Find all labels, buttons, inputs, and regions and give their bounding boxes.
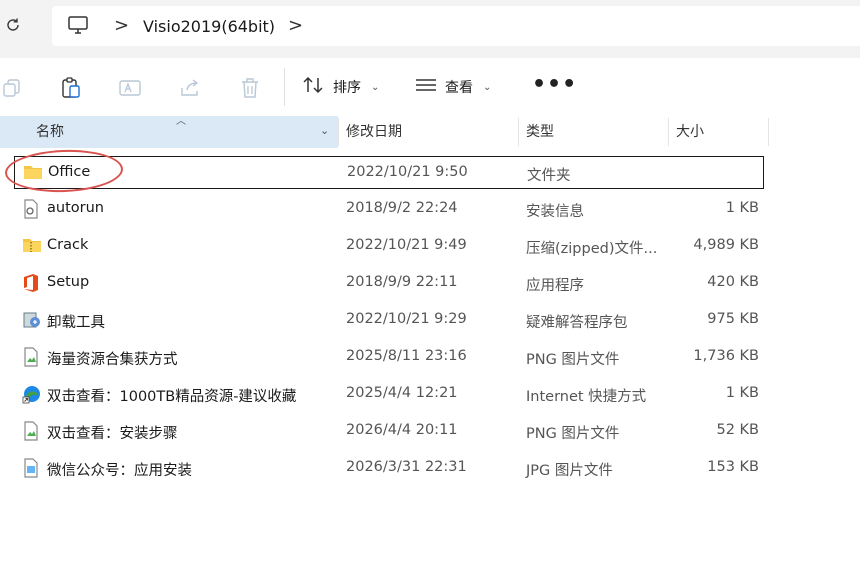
file-date: 2025/8/11 23:16 — [346, 348, 467, 364]
column-header-name[interactable]: ︿ 名称 ⌄ — [0, 116, 338, 148]
delete-icon[interactable] — [238, 76, 262, 100]
copy-icon[interactable] — [0, 76, 24, 100]
file-name: 海量资源合集获方式 — [47, 352, 178, 368]
zip-folder-icon — [22, 236, 42, 256]
file-type: JPG 图片文件 — [526, 463, 613, 479]
jpg-file-icon — [22, 458, 42, 478]
file-size: 1,736 KB — [693, 348, 759, 364]
file-size: 1 KB — [725, 385, 759, 401]
share-icon[interactable] — [178, 76, 202, 100]
file-date: 2018/9/9 22:11 — [346, 274, 458, 290]
file-type: 压缩(zipped)文件... — [526, 241, 658, 257]
file-row[interactable]: 双击查看：1000TB精品资源-建议收藏 2025/4/4 12:21 Inte… — [14, 378, 764, 411]
column-header-modified[interactable]: 修改日期 — [346, 116, 402, 148]
chevron-down-icon: ⌄ — [483, 81, 492, 93]
sort-label: 排序 — [333, 80, 361, 96]
troubleshooter-icon — [22, 310, 42, 330]
column-dropdown-icon[interactable]: ⌄ — [320, 124, 329, 137]
column-header-size[interactable]: 大小 — [676, 116, 704, 148]
more-options-button[interactable]: ••• — [532, 72, 577, 97]
file-name: 双击查看：1000TB精品资源-建议收藏 — [47, 389, 297, 405]
rename-icon[interactable] — [118, 76, 142, 100]
file-name: 卸载工具 — [47, 315, 105, 331]
file-size: 153 KB — [707, 459, 759, 475]
file-row[interactable]: 微信公众号：应用安装 2026/3/31 22:31 JPG 图片文件 153 … — [14, 452, 764, 485]
paste-icon[interactable] — [59, 76, 83, 100]
view-button[interactable]: 查看 ⌄ — [415, 72, 491, 102]
column-divider[interactable] — [338, 118, 339, 146]
file-name: Crack — [47, 237, 89, 253]
png-file-icon — [22, 421, 42, 441]
view-label: 查看 — [445, 80, 473, 96]
office-icon — [22, 273, 42, 293]
file-date: 2026/3/31 22:31 — [346, 459, 467, 475]
address-box[interactable]: > Visio2019(64bit) > — [52, 6, 860, 46]
png-file-icon — [22, 347, 42, 367]
chevron-down-icon: ⌄ — [371, 81, 380, 93]
file-date: 2022/10/21 9:49 — [346, 237, 467, 253]
file-type: Internet 快捷方式 — [526, 389, 647, 405]
breadcrumb-separator[interactable]: > — [288, 15, 303, 36]
file-name: autorun — [47, 200, 104, 216]
file-row[interactable]: 双击查看：安装步骤 2026/4/4 20:11 PNG 图片文件 52 KB — [14, 415, 764, 448]
file-type: 安装信息 — [526, 204, 584, 220]
column-header-type[interactable]: 类型 — [526, 116, 554, 148]
file-row[interactable]: Crack 2022/10/21 9:49 压缩(zipped)文件... 4,… — [14, 230, 764, 263]
file-type: 应用程序 — [526, 278, 584, 294]
file-name: 微信公众号：应用安装 — [47, 463, 192, 479]
file-date: 2022/10/21 9:29 — [346, 311, 467, 327]
file-type: PNG 图片文件 — [526, 352, 620, 368]
file-type: 疑难解答程序包 — [526, 315, 628, 331]
file-size: 52 KB — [716, 422, 759, 438]
breadcrumb-separator[interactable]: > — [114, 15, 129, 36]
file-date: 2022/10/21 9:50 — [347, 164, 468, 180]
edge-shortcut-icon — [22, 384, 42, 404]
column-header-row: ︿ 名称 ⌄ 修改日期 类型 大小 — [0, 116, 860, 148]
column-header-name-label: 名称 — [36, 124, 64, 140]
column-divider[interactable] — [768, 118, 769, 146]
file-size: 1 KB — [725, 200, 759, 216]
sort-icon — [303, 76, 325, 98]
setup-info-icon — [22, 199, 42, 219]
sort-ascending-icon: ︿ — [176, 116, 186, 127]
file-name: 双击查看：安装步骤 — [47, 426, 178, 442]
file-size: 420 KB — [707, 274, 759, 290]
file-date: 2025/4/4 12:21 — [346, 385, 458, 401]
file-row[interactable]: 卸载工具 2022/10/21 9:29 疑难解答程序包 975 KB — [14, 304, 764, 337]
view-list-icon — [415, 78, 437, 96]
file-row[interactable]: Office 2022/10/21 9:50 文件夹 — [14, 156, 764, 189]
file-date: 2026/4/4 20:11 — [346, 422, 458, 438]
file-name: Setup — [47, 274, 90, 290]
column-divider[interactable] — [668, 118, 669, 146]
column-divider[interactable] — [518, 118, 519, 146]
file-size: 4,989 KB — [693, 237, 759, 253]
file-size: 975 KB — [707, 311, 759, 327]
file-row[interactable]: Setup 2018/9/9 22:11 应用程序 420 KB — [14, 267, 764, 300]
breadcrumb-item[interactable]: Visio2019(64bit) — [143, 17, 275, 36]
command-bar: 排序 ⌄ 查看 ⌄ ••• — [0, 58, 860, 116]
refresh-icon[interactable] — [2, 14, 24, 36]
file-type: PNG 图片文件 — [526, 426, 620, 442]
sort-button[interactable]: 排序 ⌄ — [303, 72, 379, 102]
toolbar-divider — [284, 68, 285, 106]
computer-icon[interactable] — [68, 16, 88, 38]
file-row[interactable]: autorun 2018/9/2 22:24 安装信息 1 KB — [14, 193, 764, 226]
address-bar-area: > Visio2019(64bit) > — [0, 0, 860, 58]
file-type: 文件夹 — [527, 168, 571, 184]
file-row[interactable]: 海量资源合集获方式 2025/8/11 23:16 PNG 图片文件 1,736… — [14, 341, 764, 374]
file-date: 2018/9/2 22:24 — [346, 200, 458, 216]
